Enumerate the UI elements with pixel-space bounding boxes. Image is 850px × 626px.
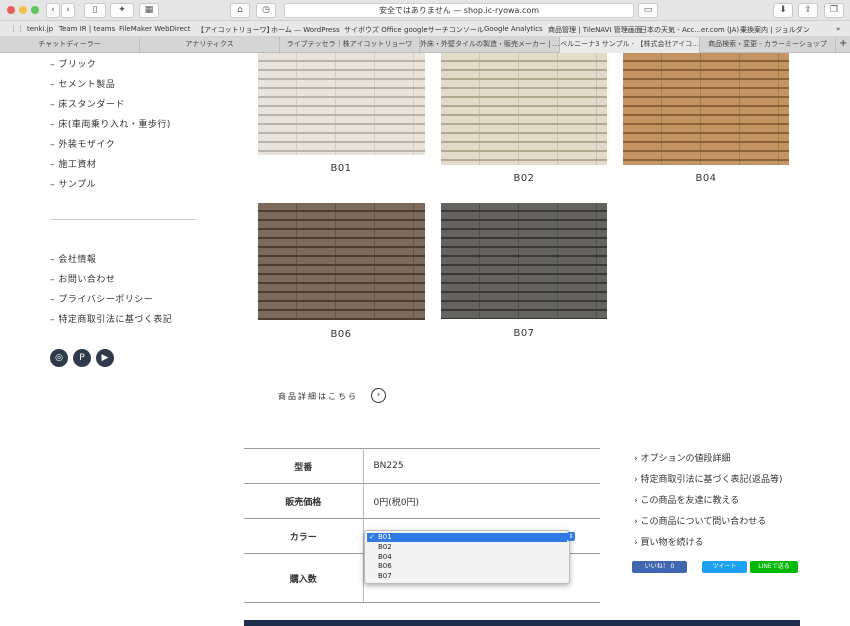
tab-bernina-sample[interactable]: ベルニーナ3 サンプル - 【株式会社アイコ... bbox=[560, 37, 700, 53]
sidebar-item-legal[interactable]: – 特定商取引法に基づく表記 bbox=[50, 312, 172, 325]
sidebar-divider bbox=[50, 219, 196, 220]
line-share-button[interactable]: LINEで送る bbox=[750, 561, 798, 573]
inquiry-link[interactable]: › この商品について問い合わせる bbox=[634, 514, 766, 527]
bookmark-search-console[interactable]: googleサーチコンソール bbox=[404, 25, 484, 35]
youtube-icon[interactable]: ▶ bbox=[96, 349, 114, 367]
home-icon[interactable]: ⌂ bbox=[230, 3, 250, 18]
checkmark-icon: ✓ bbox=[369, 533, 375, 541]
tile-image-b07[interactable] bbox=[441, 203, 607, 319]
chevron-right-icon[interactable]: › bbox=[371, 388, 386, 403]
color-select-dropdown[interactable]: ⇕ ✓ B01 B02 B04 B06 B07 bbox=[364, 530, 575, 584]
facebook-like-button[interactable]: いいね！ 0 bbox=[632, 561, 687, 573]
tell-friend-link[interactable]: › この商品を友達に教える bbox=[634, 493, 739, 506]
model-value: BN225 bbox=[363, 448, 600, 484]
model-label: 型番 bbox=[244, 448, 364, 484]
color-option-label: B02 bbox=[378, 542, 392, 551]
tile-image-b06[interactable] bbox=[258, 203, 425, 320]
tab-chat-dealer[interactable]: チャットディーラー bbox=[0, 37, 140, 53]
sidebar-item-contact[interactable]: – お問い合わせ bbox=[50, 272, 115, 285]
bookmarks-grid-icon[interactable]: ⋮⋮ bbox=[10, 25, 24, 33]
downloads-icon[interactable]: ⬇ bbox=[773, 3, 793, 18]
bookmarks-bar: ⋮⋮ tenki.jp Team IR | teams FileMaker We… bbox=[0, 21, 850, 37]
sidebar-item-brick[interactable]: – ブリック bbox=[50, 57, 96, 70]
option-price-link[interactable]: › オプションの値段詳細 bbox=[634, 451, 730, 464]
color-option[interactable]: ✓ B01 bbox=[367, 533, 567, 542]
footer-bar bbox=[244, 620, 800, 626]
sidebar-item-floor-heavy[interactable]: – 床(車両乗り入れ・重歩行) bbox=[50, 117, 171, 130]
history-icon[interactable]: ◷ bbox=[256, 3, 276, 18]
color-option[interactable]: B07 bbox=[367, 572, 567, 581]
back-button[interactable]: ‹ bbox=[46, 3, 60, 18]
tile-image-b04[interactable] bbox=[623, 53, 789, 165]
tile-label-b02: B02 bbox=[513, 173, 535, 184]
tile-image-b02[interactable] bbox=[441, 53, 607, 165]
share-icon[interactable]: ⇪ bbox=[798, 3, 818, 18]
top-sites-icon[interactable]: ▦ bbox=[139, 3, 159, 18]
sidebar-toggle-icon[interactable]: ▯ bbox=[84, 3, 106, 18]
tab-analytics[interactable]: アナリティクス bbox=[140, 37, 280, 53]
color-option-label: B06 bbox=[378, 562, 392, 571]
bookmark-jorudan[interactable]: 乗換案内 | ジョルダン bbox=[740, 25, 810, 35]
bookmark-weather[interactable]: 日本の天気 - Acc...er.com (JA) bbox=[640, 25, 739, 35]
new-tab-icon[interactable]: + bbox=[839, 38, 847, 49]
bookmark-icot[interactable]: 【アイコットリョーワ】 bbox=[197, 25, 274, 35]
pinterest-icon[interactable]: P bbox=[73, 349, 91, 367]
color-option-label: B01 bbox=[378, 533, 392, 541]
color-option-label: B04 bbox=[378, 552, 392, 561]
sidebar-item-cement[interactable]: – セメント製品 bbox=[50, 77, 115, 90]
tile-label-b01: B01 bbox=[330, 163, 352, 174]
forward-button[interactable]: › bbox=[61, 3, 75, 18]
tile-label-b07: B07 bbox=[513, 328, 535, 339]
color-option[interactable]: B02 bbox=[367, 543, 567, 552]
price-label: 販売価格 bbox=[244, 483, 364, 519]
address-bar[interactable]: 安全ではありません — shop.ic-ryowa.com bbox=[284, 3, 634, 18]
tab-live-tessera[interactable]: ライブテッセラ｜株アイコットリョーワ bbox=[280, 37, 420, 53]
price-value: 0円(税0円) bbox=[363, 483, 600, 519]
bookmark-wordpress[interactable]: ホーム — WordPress bbox=[271, 25, 340, 35]
more-bookmarks-icon[interactable]: » bbox=[836, 25, 840, 33]
tile-label-b04: B04 bbox=[695, 173, 717, 184]
tile-image-b01[interactable] bbox=[258, 53, 425, 155]
tab-exterior-tile[interactable]: 外床・外壁タイルの製造・販売メーカー | ... bbox=[420, 37, 560, 53]
sidebar-item-company[interactable]: – 会社情報 bbox=[50, 252, 96, 265]
legal-return-link[interactable]: › 特定商取引法に基づく表記(返品等) bbox=[634, 472, 783, 485]
sidebar-item-privacy[interactable]: – プライバシーポリシー bbox=[50, 292, 153, 305]
bookmark-tilenavi[interactable]: 商品管理 | TileNAVI 管理画面 bbox=[548, 25, 642, 35]
color-option-label: B07 bbox=[378, 572, 392, 581]
color-label: カラー bbox=[244, 518, 364, 554]
bookmark-filemaker[interactable]: FileMaker WebDirect bbox=[119, 25, 190, 33]
bookmark-analytics[interactable]: Google Analytics bbox=[484, 25, 543, 33]
instagram-icon[interactable]: ◎ bbox=[50, 349, 68, 367]
sidebar-item-floor-standard[interactable]: – 床スタンダード bbox=[50, 97, 125, 110]
sidebar-item-materials[interactable]: – 施工資材 bbox=[50, 157, 96, 170]
product-detail-link[interactable]: 商品詳細はこちら bbox=[278, 391, 358, 402]
tabs-overview-icon[interactable]: ❐ bbox=[824, 3, 844, 18]
browser-toolbar: ‹ › ▯ ✦ ▦ ⌂ ◷ 安全ではありません — shop.ic-ryowa.… bbox=[0, 0, 850, 21]
tweet-button[interactable]: ツイート bbox=[702, 561, 747, 573]
bookmark-team-ir[interactable]: Team IR | teams bbox=[59, 25, 115, 33]
reading-list-icon[interactable]: ✦ bbox=[110, 3, 134, 18]
continue-shopping-link[interactable]: › 買い物を続ける bbox=[634, 535, 703, 548]
tab-product-search[interactable]: 商品検索・変更 - カラーミーショップ bbox=[700, 37, 836, 53]
color-option[interactable]: B04 bbox=[367, 553, 567, 562]
color-option[interactable]: B06 bbox=[367, 562, 567, 571]
minimize-window-icon[interactable] bbox=[19, 6, 27, 14]
quantity-label: 購入数 bbox=[244, 553, 364, 603]
tab-bar: チャットディーラー アナリティクス ライブテッセラ｜株アイコットリョーワ 外床・… bbox=[0, 37, 850, 53]
sidebar-item-exterior-mosaic[interactable]: – 外装モザイク bbox=[50, 137, 115, 150]
bookmark-cybozu[interactable]: サイボウズ Office bbox=[344, 25, 402, 35]
select-arrows-icon[interactable]: ⇕ bbox=[567, 532, 575, 541]
tile-label-b06: B06 bbox=[330, 329, 352, 340]
close-window-icon[interactable] bbox=[7, 6, 15, 14]
bookmark-tenki[interactable]: tenki.jp bbox=[27, 25, 53, 33]
share-page-icon[interactable]: ▭ bbox=[638, 3, 658, 18]
zoom-window-icon[interactable] bbox=[31, 6, 39, 14]
sidebar-item-sample[interactable]: – サンプル bbox=[50, 177, 96, 190]
